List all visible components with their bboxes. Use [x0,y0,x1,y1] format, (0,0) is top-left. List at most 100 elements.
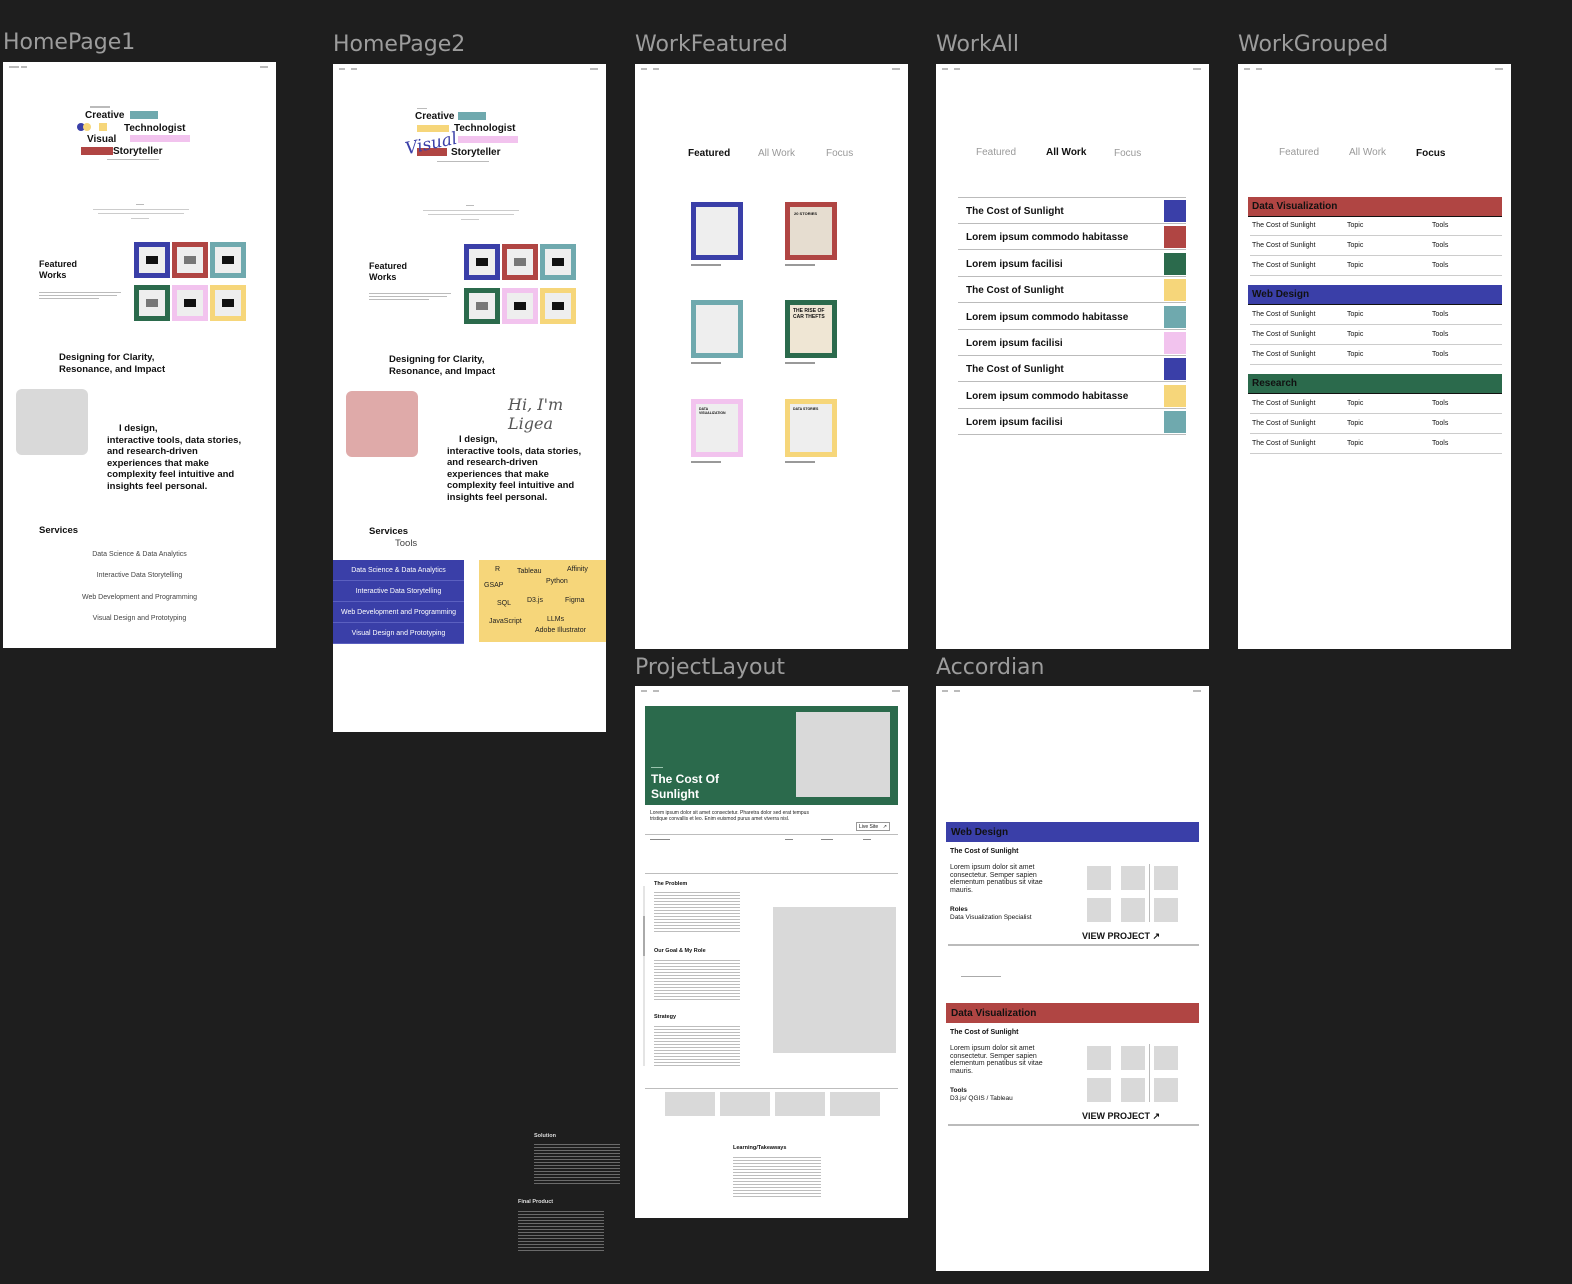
scrollbar-track[interactable] [643,886,645,1066]
tab-featured[interactable]: Featured [688,148,730,159]
project-thumb[interactable] [1121,1078,1145,1102]
frame-label-workgrouped[interactable]: WorkGrouped [1238,32,1388,57]
table-row[interactable]: The Cost of Sunlight Topic Tools [1250,325,1502,345]
homepage1-frame[interactable]: Creative Technologist Visual Storyteller… [3,62,276,648]
live-site-button[interactable]: Live Site ↗ [856,822,890,831]
homepage2-frame[interactable]: Creative Technologist Visual Storyteller… [333,64,606,732]
tab-all-work[interactable]: All Work [1046,147,1086,158]
gallery-thumb[interactable] [830,1092,880,1116]
project-thumb[interactable] [1087,898,1111,922]
table-row[interactable]: The Cost of Sunlight Topic Tools [1250,216,1502,236]
table-row[interactable]: The Cost of Sunlight Topic Tools [1250,434,1502,454]
tab-all-work[interactable]: All Work [1349,147,1386,158]
service-item[interactable]: Visual Design and Prototyping [333,623,464,644]
featured-thumb[interactable] [540,244,576,280]
tab-focus[interactable]: Focus [1416,148,1445,159]
featured-thumb[interactable] [502,288,538,324]
featured-thumb[interactable] [210,285,246,321]
color-swatch [1164,332,1186,354]
card-caption [691,264,721,266]
project-hero: The Cost Of Sunlight [645,706,898,805]
list-item[interactable]: Lorem ipsum facilisi [958,330,1186,356]
project-thumb[interactable] [1154,1078,1178,1102]
frame-label-workfeatured[interactable]: WorkFeatured [635,32,788,57]
tab-featured[interactable]: Featured [976,147,1016,158]
gallery-thumb[interactable] [775,1092,825,1116]
table-row[interactable]: The Cost of Sunlight Topic Tools [1250,345,1502,365]
project-thumb[interactable] [1087,866,1111,890]
project-thumb[interactable] [1154,866,1178,890]
featured-thumb[interactable] [134,242,170,278]
tab-focus[interactable]: Focus [1114,148,1141,159]
table-row[interactable]: The Cost of Sunlight Topic Tools [1250,394,1502,414]
featured-thumb[interactable] [210,242,246,278]
project-thumb[interactable] [1121,898,1145,922]
service-item[interactable]: Web Development and Programming [333,602,464,623]
tab-focus[interactable]: Focus [826,148,853,159]
service-item[interactable]: Data Science & Data Analytics [333,560,464,581]
service-item[interactable]: Interactive Data Storytelling [3,572,276,579]
i-design-line: insights feel personal. [447,491,548,503]
tab-featured[interactable]: Featured [1279,147,1319,158]
frame-label-accordian[interactable]: Accordian [936,655,1044,680]
accordion-header-web-design[interactable]: Web Design [946,822,1199,842]
projectlayout-frame[interactable]: The Cost Of Sunlight Lorem ipsum dolor si… [635,686,908,1218]
group-header-research[interactable]: Research [1248,374,1502,394]
frame-label-homepage2[interactable]: HomePage2 [333,32,465,57]
frame-label-workall[interactable]: WorkAll [936,32,1019,57]
list-item[interactable]: The Cost of Sunlight [958,198,1186,224]
accordion-header-data-visualization[interactable]: Data Visualization [946,1003,1199,1023]
gallery-thumb[interactable] [665,1092,715,1116]
table-row[interactable]: The Cost of Sunlight Topic Tools [1250,414,1502,434]
project-thumb[interactable] [1154,898,1178,922]
accordian-frame[interactable]: Web Design The Cost of Sunlight Lorem ip… [936,686,1209,1271]
featured-desc-line [39,295,117,296]
table-row[interactable]: The Cost of Sunlight Topic Tools [1250,236,1502,256]
table-row[interactable]: The Cost of Sunlight Topic Tools [1250,305,1502,325]
featured-thumb[interactable] [172,242,208,278]
group-header-data-visualization[interactable]: Data Visualization [1248,197,1502,217]
work-card[interactable]: 20 STORIES [785,202,837,260]
featured-thumb[interactable] [464,244,500,280]
service-item[interactable]: Data Science & Data Analytics [3,551,276,558]
scrollbar-thumb[interactable] [643,916,645,956]
view-project-button[interactable]: VIEW PROJECT ↗ [1082,1111,1160,1122]
project-thumb[interactable] [1154,1046,1178,1070]
featured-thumb[interactable] [540,288,576,324]
divider [645,834,898,835]
work-card[interactable] [691,300,743,358]
table-row[interactable]: The Cost of Sunlight Topic Tools [1250,256,1502,276]
list-item[interactable]: Lorem ipsum facilisi [958,409,1186,435]
list-item[interactable]: The Cost of Sunlight [958,277,1186,303]
work-card[interactable]: THE RISE OF CAR THEFTS [785,300,837,358]
work-card[interactable]: DATA STORIES [785,399,837,457]
project-thumb[interactable] [1121,866,1145,890]
view-project-button[interactable]: VIEW PROJECT ↗ [1082,931,1160,942]
tab-all-work[interactable]: All Work [758,148,795,159]
frame-label-homepage1[interactable]: HomePage1 [3,30,135,55]
featured-thumb[interactable] [172,285,208,321]
workfeatured-frame[interactable]: Featured All Work Focus 20 STORIES THE R… [635,64,908,649]
group-header-web-design[interactable]: Web Design [1248,285,1502,305]
list-item[interactable]: The Cost of Sunlight [958,356,1186,382]
featured-thumb[interactable] [134,285,170,321]
project-thumb[interactable] [1087,1046,1111,1070]
service-item[interactable]: Web Development and Programming [3,594,276,601]
featured-thumb[interactable] [464,288,500,324]
featured-thumb[interactable] [502,244,538,280]
list-item[interactable]: Lorem ipsum commodo habitasse [958,224,1186,250]
mini-nav [940,690,1205,696]
service-item[interactable]: Interactive Data Storytelling [333,581,464,602]
list-item[interactable]: Lorem ipsum commodo habitasse [958,304,1186,330]
project-thumb[interactable] [1121,1046,1145,1070]
work-card[interactable]: DATA VISUALIZATION [691,399,743,457]
project-thumb[interactable] [1087,1078,1111,1102]
gallery-thumb[interactable] [720,1092,770,1116]
list-item[interactable]: Lorem ipsum facilisi [958,251,1186,277]
work-card[interactable] [691,202,743,260]
frame-label-projectlayout[interactable]: ProjectLayout [635,655,785,680]
workgrouped-frame[interactable]: Featured All Work Focus Data Visualizati… [1238,64,1511,649]
workall-frame[interactable]: Featured All Work Focus The Cost of Sunl… [936,64,1209,649]
service-item[interactable]: Visual Design and Prototyping [3,615,276,622]
list-item[interactable]: Lorem ipsum commodo habitasse [958,383,1186,409]
